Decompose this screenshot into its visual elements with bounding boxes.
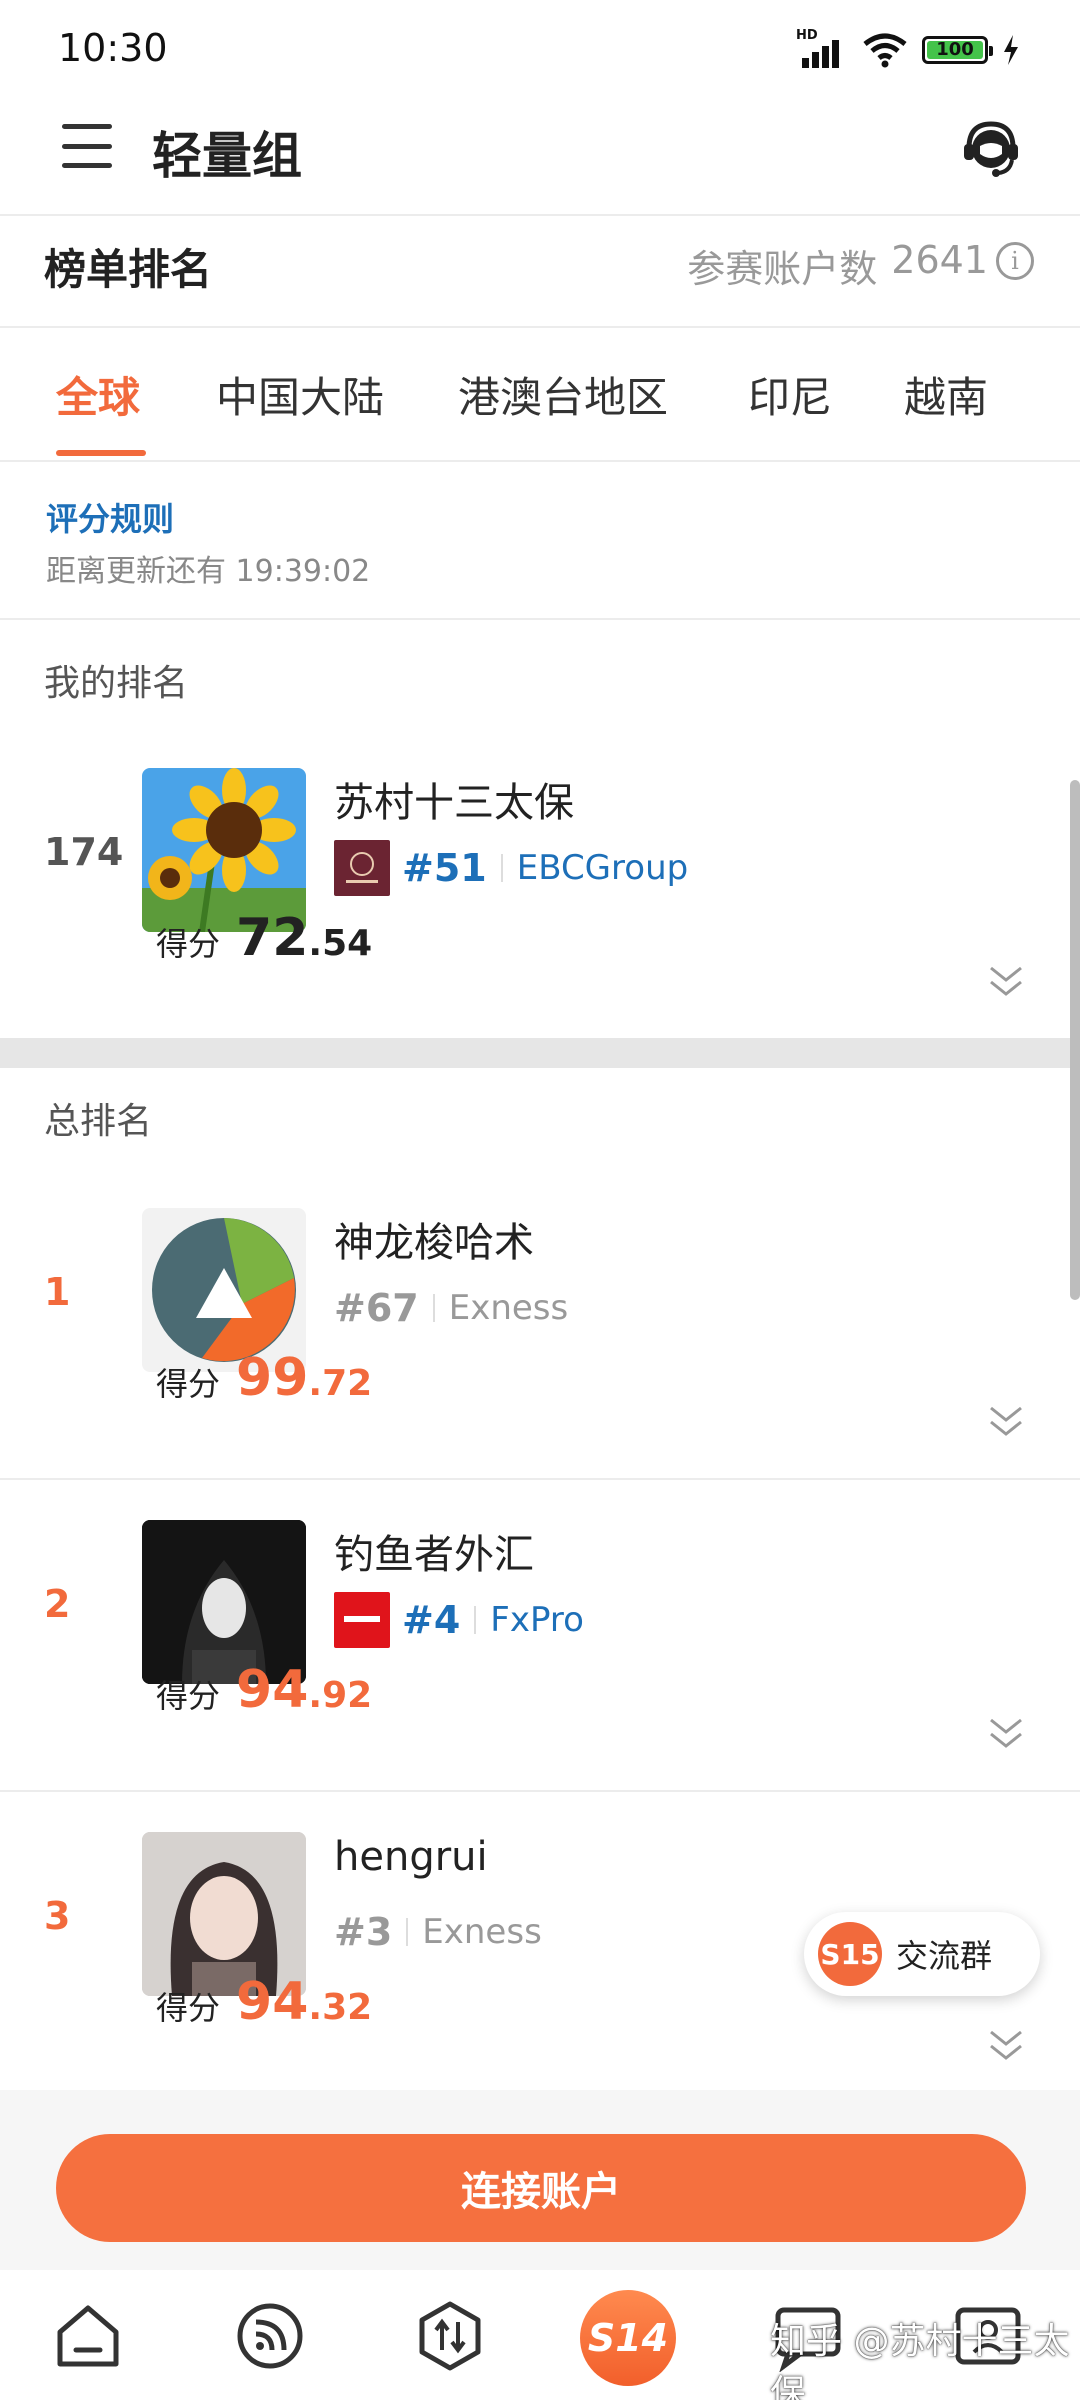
score-integer: 94 [236,1660,309,1720]
connect-account-button[interactable]: 连接账户 [56,2134,1026,2242]
leaderboard-title: 榜单排名 [44,245,213,294]
nickname: 神龙梭哈术 [334,1220,534,1266]
divider [0,460,1080,462]
score-row: 得分 99 .72 [156,1348,372,1408]
tab-indonesia[interactable]: 印尼 [748,364,832,425]
status-bar: 10:30 HD 100 [0,0,1080,80]
my-rank-section-label: 我的排名 [44,663,189,704]
scrollbar[interactable] [1070,780,1080,1300]
chevron-down-icon[interactable] [988,964,1024,998]
score-integer: 72 [236,908,309,968]
rank-number: 1 [44,1270,71,1314]
nickname: 钓鱼者外汇 [334,1532,534,1578]
divider [0,1790,1080,1792]
battery-icon: 100 [922,36,993,64]
broker-name[interactable]: FxPro [490,1600,584,1640]
ebc-logo-icon [334,840,390,896]
broker-row: #3 Exness [334,1904,542,1960]
score-decimal: .32 [308,1987,373,2028]
broker-row: #4 FxPro [334,1592,584,1648]
divider [0,214,1080,216]
score-label: 得分 [156,1989,221,2027]
trade-icon[interactable] [414,2300,486,2372]
tab-hk-macau-taiwan[interactable]: 港澳台地区 [458,364,668,425]
scoring-rules-link[interactable]: 评分规则 [46,494,174,540]
customer-service-icon[interactable] [960,118,1022,180]
wifi-icon [863,33,907,68]
score-row: 得分 94 .92 [156,1660,372,1720]
leaderboard-entry[interactable]: 2 钓鱼者外汇 #4 FxPro 得分 94 .92 [0,1494,1080,1790]
score-decimal: .92 [308,1675,373,1716]
fxpro-logo-icon [334,1592,390,1648]
battery-level: 100 [927,41,983,59]
chevron-down-icon[interactable] [988,2028,1024,2062]
tab-vietnam[interactable]: 越南 [904,364,988,425]
broker-row: #51 EBCGroup [334,840,688,896]
broker-rank: #67 [334,1286,419,1330]
separator [500,854,503,882]
feed-icon[interactable] [234,2300,306,2372]
page-title: 轻量组 [152,127,302,185]
participant-count-value: 2641 [891,238,988,282]
divider [0,618,1080,620]
broker-name[interactable]: EBCGroup [517,848,688,888]
score-integer: 94 [236,1972,309,2032]
overall-rank-section-label: 总排名 [44,1101,153,1142]
divider [0,326,1080,328]
nickname: 苏村十三太保 [334,780,574,826]
participant-count-label: 参赛账户数 [687,247,878,291]
tab-mainland-china[interactable]: 中国大陆 [216,364,384,425]
home-icon[interactable] [52,2300,124,2372]
score-integer: 99 [236,1348,309,1408]
info-icon[interactable]: i [996,242,1034,280]
divider [0,1478,1080,1480]
chevron-down-icon[interactable] [988,1404,1024,1438]
nickname: hengrui [334,1834,488,1880]
update-countdown: 距离更新还有 19:39:02 [46,554,371,589]
season-badge-icon: S15 [818,1922,882,1986]
score-decimal: .72 [308,1363,373,1404]
broker-row: #67 Exness [334,1280,568,1336]
status-time: 10:30 [58,26,168,70]
score-label: 得分 [156,1365,221,1403]
tab-global[interactable]: 全球 [56,364,140,425]
separator [432,1294,435,1322]
score-row: 得分 94 .32 [156,1972,372,2032]
leaderboard-entry[interactable]: 1 神龙梭哈术 #67 Exness 得分 99 .72 [0,1180,1080,1478]
my-rank-number: 174 [44,830,124,874]
broker-name: Exness [422,1912,542,1952]
separator [474,1606,477,1634]
region-tabs: 全球 中国大陆 港澳台地区 印尼 越南 [0,330,1080,460]
separator [406,1918,409,1946]
status-icons: HD 100 [796,28,1020,70]
broker-name: Exness [448,1288,569,1328]
my-rank-card[interactable]: 174 苏村十三太保 #51 EBCGroup 得分 72 .54 [0,740,1080,1038]
broker-rank: #4 [402,1598,461,1642]
app-header: 轻量组 [0,80,1080,216]
cellular-signal-icon: HD [796,28,848,70]
broker-rank: #51 [402,846,487,890]
broker-rank: #3 [334,1910,393,1954]
rank-number: 2 [44,1582,71,1626]
rank-number: 3 [44,1894,71,1938]
community-group-button[interactable]: S15 交流群 [804,1912,1040,1996]
score-label: 得分 [156,925,221,963]
score-row: 得分 72 .54 [156,908,372,968]
watermark: 知乎 @苏村十三太保 [770,2321,1070,2400]
charging-icon [1004,35,1018,65]
season-tab-icon[interactable]: S14 [580,2290,676,2386]
menu-icon[interactable] [62,124,112,168]
score-decimal: .54 [308,923,373,964]
participant-count: 参赛账户数 2641 [687,238,988,293]
section-divider [0,1038,1080,1068]
community-group-label: 交流群 [896,1937,993,1975]
score-label: 得分 [156,1677,221,1715]
active-tab-indicator [56,450,146,456]
chevron-down-icon[interactable] [988,1716,1024,1750]
